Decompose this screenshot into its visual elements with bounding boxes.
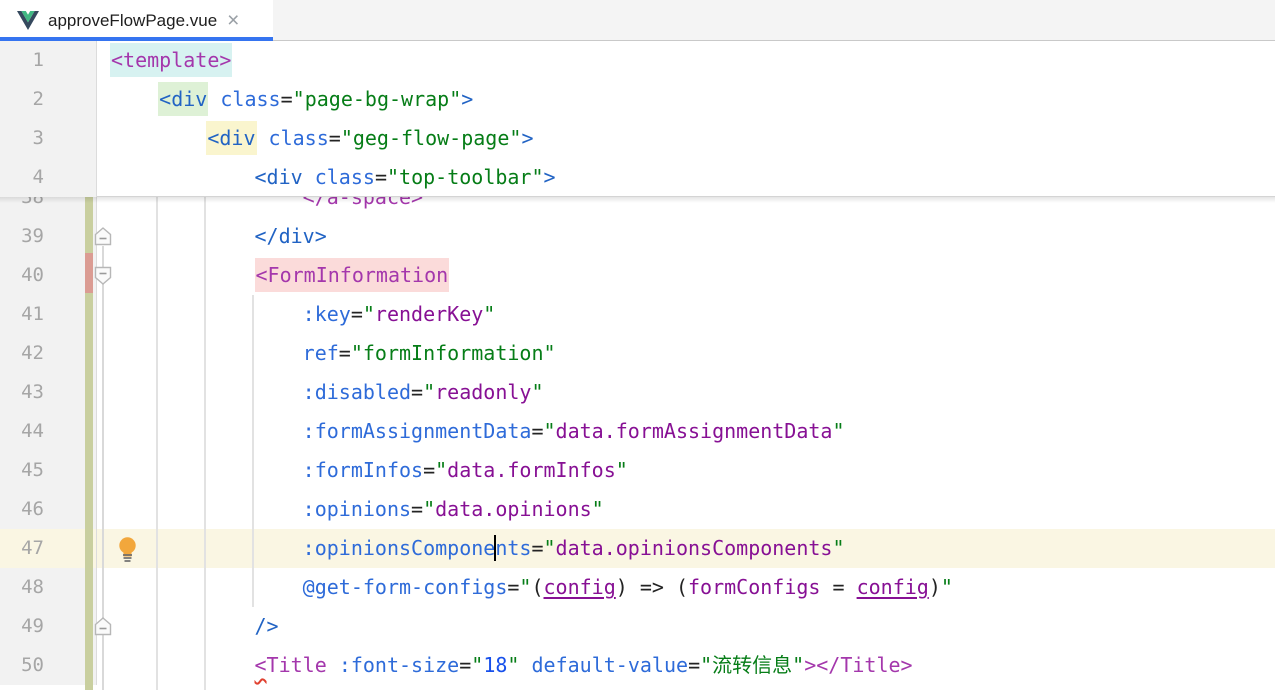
line-number[interactable]: 45: [0, 451, 97, 490]
code-text: <div class="page-bg-wrap">: [97, 80, 1275, 119]
line-number[interactable]: 2: [0, 80, 97, 119]
code-text: ref="formInformation": [97, 334, 1275, 373]
line-number[interactable]: 44: [0, 412, 97, 451]
code-line[interactable]: 44 :formAssignmentData="data.formAssignm…: [0, 412, 1275, 451]
tab-close-icon[interactable]: ×: [227, 10, 239, 31]
line-number[interactable]: 50: [0, 646, 97, 685]
code-text: <Title :font-size="18" default-value="流转…: [97, 646, 1275, 685]
code-line[interactable]: 50 <Title :font-size="18" default-value=…: [0, 646, 1275, 685]
code-text: :formAssignmentData="data.formAssignment…: [97, 412, 1275, 451]
tab-approveflowpage[interactable]: approveFlowPage.vue ×: [0, 0, 273, 41]
code-line[interactable]: 48 @get-form-configs="(config) => (formC…: [0, 568, 1275, 607]
line-number[interactable]: 1: [0, 41, 97, 80]
line-number[interactable]: 47: [0, 529, 97, 568]
line-number[interactable]: 39: [0, 217, 97, 256]
code-text: :disabled="readonly": [97, 373, 1275, 412]
fold-collapse-icon[interactable]: [94, 227, 112, 246]
line-number[interactable]: 40: [0, 256, 97, 295]
code-text: :key="renderKey": [97, 295, 1275, 334]
line-number[interactable]: 48: [0, 568, 97, 607]
code-line[interactable]: 1<template>: [0, 41, 1275, 80]
code-text: :formInfos="data.formInfos": [97, 451, 1275, 490]
line-number[interactable]: 46: [0, 490, 97, 529]
code-line[interactable]: 45 :formInfos="data.formInfos": [0, 451, 1275, 490]
code-text: />: [97, 607, 1275, 646]
code-text: <div class="geg-flow-page">: [97, 119, 1275, 158]
line-number[interactable]: 42: [0, 334, 97, 373]
line-number[interactable]: 43: [0, 373, 97, 412]
line-number[interactable]: 4: [0, 158, 97, 197]
fold-expand-icon[interactable]: [94, 266, 112, 285]
lightbulb-intention-icon[interactable]: [116, 536, 139, 562]
tab-title: approveFlowPage.vue: [48, 11, 217, 31]
line-number[interactable]: 3: [0, 119, 97, 158]
code-text: :opinionsComponents="data.opinionsCompon…: [97, 529, 1275, 568]
code-text: </div>: [97, 217, 1275, 256]
code-lines-container: 38 </a-space>39 </div>40 <FormInformatio…: [0, 178, 1275, 685]
code-line[interactable]: 47 :opinionsComponents="data.opinionsCom…: [0, 529, 1275, 568]
code-line[interactable]: 3 <div class="geg-flow-page">: [0, 119, 1275, 158]
code-line[interactable]: 2 <div class="page-bg-wrap">: [0, 80, 1275, 119]
line-number[interactable]: 41: [0, 295, 97, 334]
sticky-lines-panel[interactable]: 1<template>2 <div class="page-bg-wrap">3…: [0, 41, 1275, 197]
vue-logo-icon: [17, 11, 39, 30]
code-line[interactable]: 41 :key="renderKey": [0, 295, 1275, 334]
code-line[interactable]: 39 </div>: [0, 217, 1275, 256]
code-text: :opinions="data.opinions": [97, 490, 1275, 529]
code-line[interactable]: 49 />: [0, 607, 1275, 646]
editor-tab-bar: approveFlowPage.vue ×: [0, 0, 1275, 41]
fold-collapse-icon[interactable]: [94, 617, 112, 636]
code-text: <template>: [97, 41, 1275, 80]
vcs-deleted-strip[interactable]: [85, 253, 93, 293]
line-number[interactable]: 49: [0, 607, 97, 646]
code-text: <FormInformation: [97, 256, 1275, 295]
code-line[interactable]: 46 :opinions="data.opinions": [0, 490, 1275, 529]
ide-window: approveFlowPage.vue × 38 </a-space>39 </…: [0, 0, 1275, 690]
code-line[interactable]: 40 <FormInformation: [0, 256, 1275, 295]
code-line[interactable]: 42 ref="formInformation": [0, 334, 1275, 373]
code-text: <div class="top-toolbar">: [97, 158, 1275, 197]
code-line[interactable]: 4 <div class="top-toolbar">: [0, 158, 1275, 197]
code-text: @get-form-configs="(config) => (formConf…: [97, 568, 1275, 607]
code-line[interactable]: 43 :disabled="readonly": [0, 373, 1275, 412]
code-editor[interactable]: 38 </a-space>39 </div>40 <FormInformatio…: [0, 41, 1275, 690]
